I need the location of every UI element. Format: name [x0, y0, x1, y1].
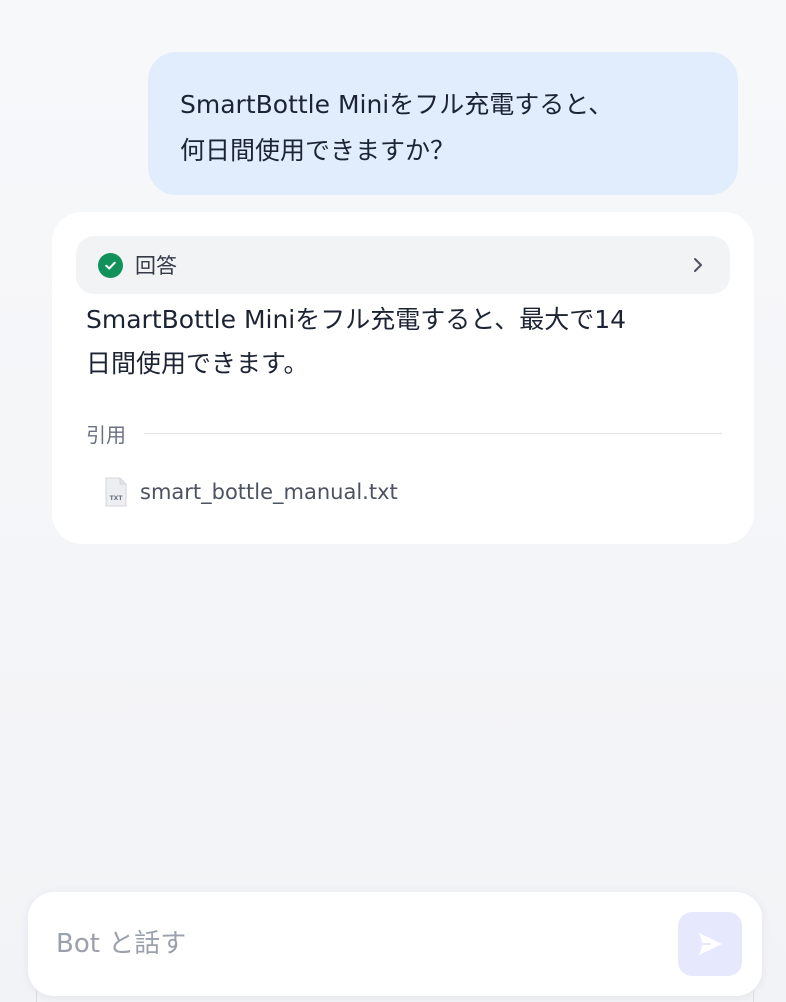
- txt-file-icon: TXT: [105, 477, 127, 507]
- citation-file-name: smart_bottle_manual.txt: [140, 480, 398, 504]
- message-input[interactable]: [56, 922, 656, 966]
- bot-answer-card: 回答 SmartBottle Miniをフル充電すると、最大で14 日間使用でき…: [52, 212, 754, 544]
- send-icon: [699, 933, 722, 955]
- answer-text: SmartBottle Miniをフル充電すると、最大で14 日間使用できます。: [86, 305, 627, 378]
- composer-bottom-edge: [36, 990, 754, 1002]
- citation-file-chip[interactable]: TXT smart_bottle_manual.txt: [86, 464, 416, 520]
- message-composer: [28, 892, 762, 996]
- answer-header-toggle[interactable]: 回答: [76, 236, 730, 294]
- file-type-label: TXT: [110, 495, 124, 502]
- citation-section-header: 引用: [86, 418, 722, 448]
- citation-divider: [144, 432, 722, 434]
- check-circle-icon: [98, 252, 123, 278]
- user-message-bubble: SmartBottle Miniをフル充電すると、 何日間使用できますか？: [148, 52, 738, 195]
- chevron-right-icon: [694, 258, 702, 272]
- send-button[interactable]: [678, 912, 742, 976]
- citation-label: 引用: [86, 422, 126, 447]
- chat-page: SmartBottle Miniをフル充電すると、 何日間使用できますか？ 回答…: [0, 0, 786, 1002]
- answer-label: 回答: [135, 254, 177, 278]
